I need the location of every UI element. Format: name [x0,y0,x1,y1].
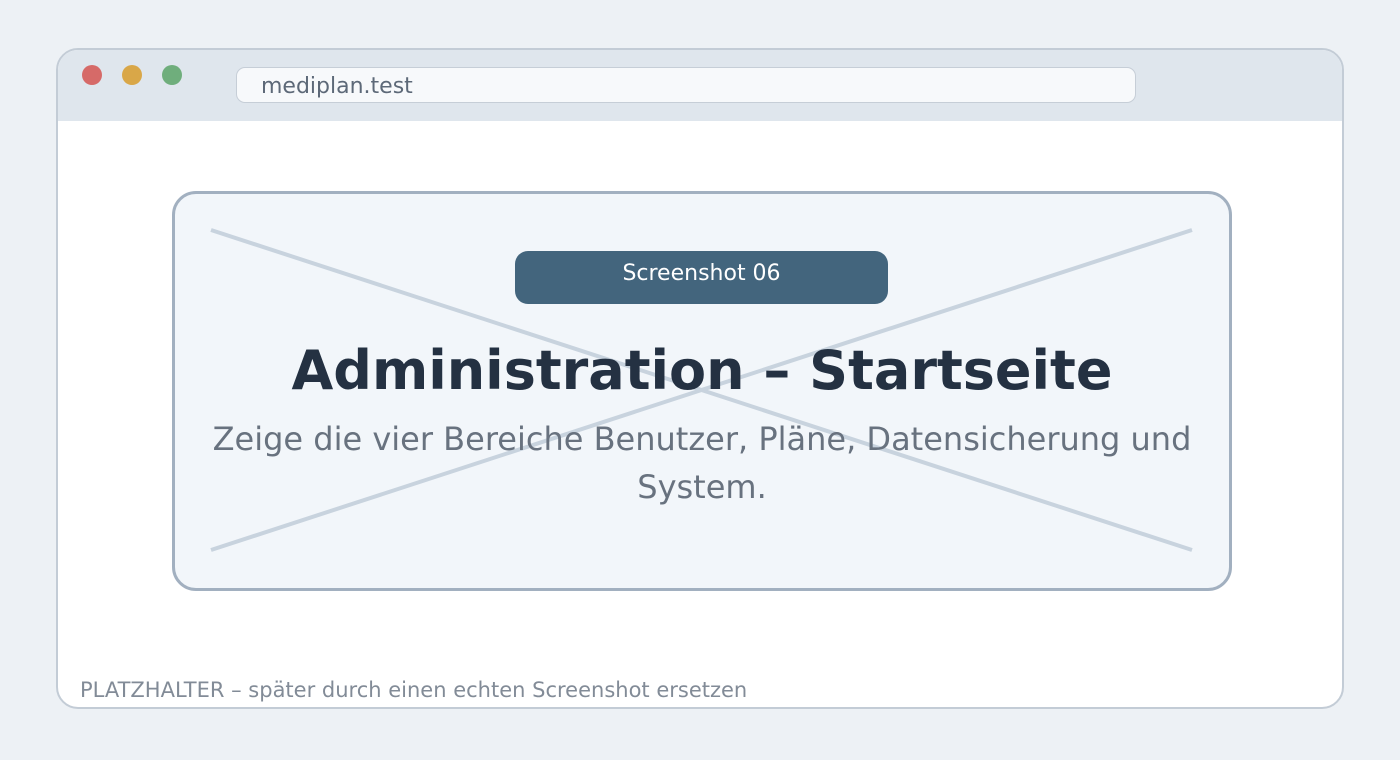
placeholder-footer-note: PLATZHALTER – später durch einen echten … [80,678,748,702]
maximize-window-dot-icon[interactable] [162,65,182,85]
placeholder-title: Administration – Startseite [291,339,1113,402]
address-bar-url: mediplan.test [261,74,413,99]
screenshot-placeholder: Screenshot 06 Administration – Startseit… [172,191,1232,591]
browser-window: mediplan.test Screenshot 06 Administrati… [56,48,1344,709]
close-window-dot-icon[interactable] [82,65,102,85]
minimize-window-dot-icon[interactable] [122,65,142,85]
placeholder-description: Zeige die vier Bereiche Benutzer, Pläne,… [212,420,1192,506]
browser-title-bar: mediplan.test [58,50,1342,121]
address-bar[interactable]: mediplan.test [236,67,1136,103]
screenshot-badge: Screenshot 06 [515,251,888,304]
